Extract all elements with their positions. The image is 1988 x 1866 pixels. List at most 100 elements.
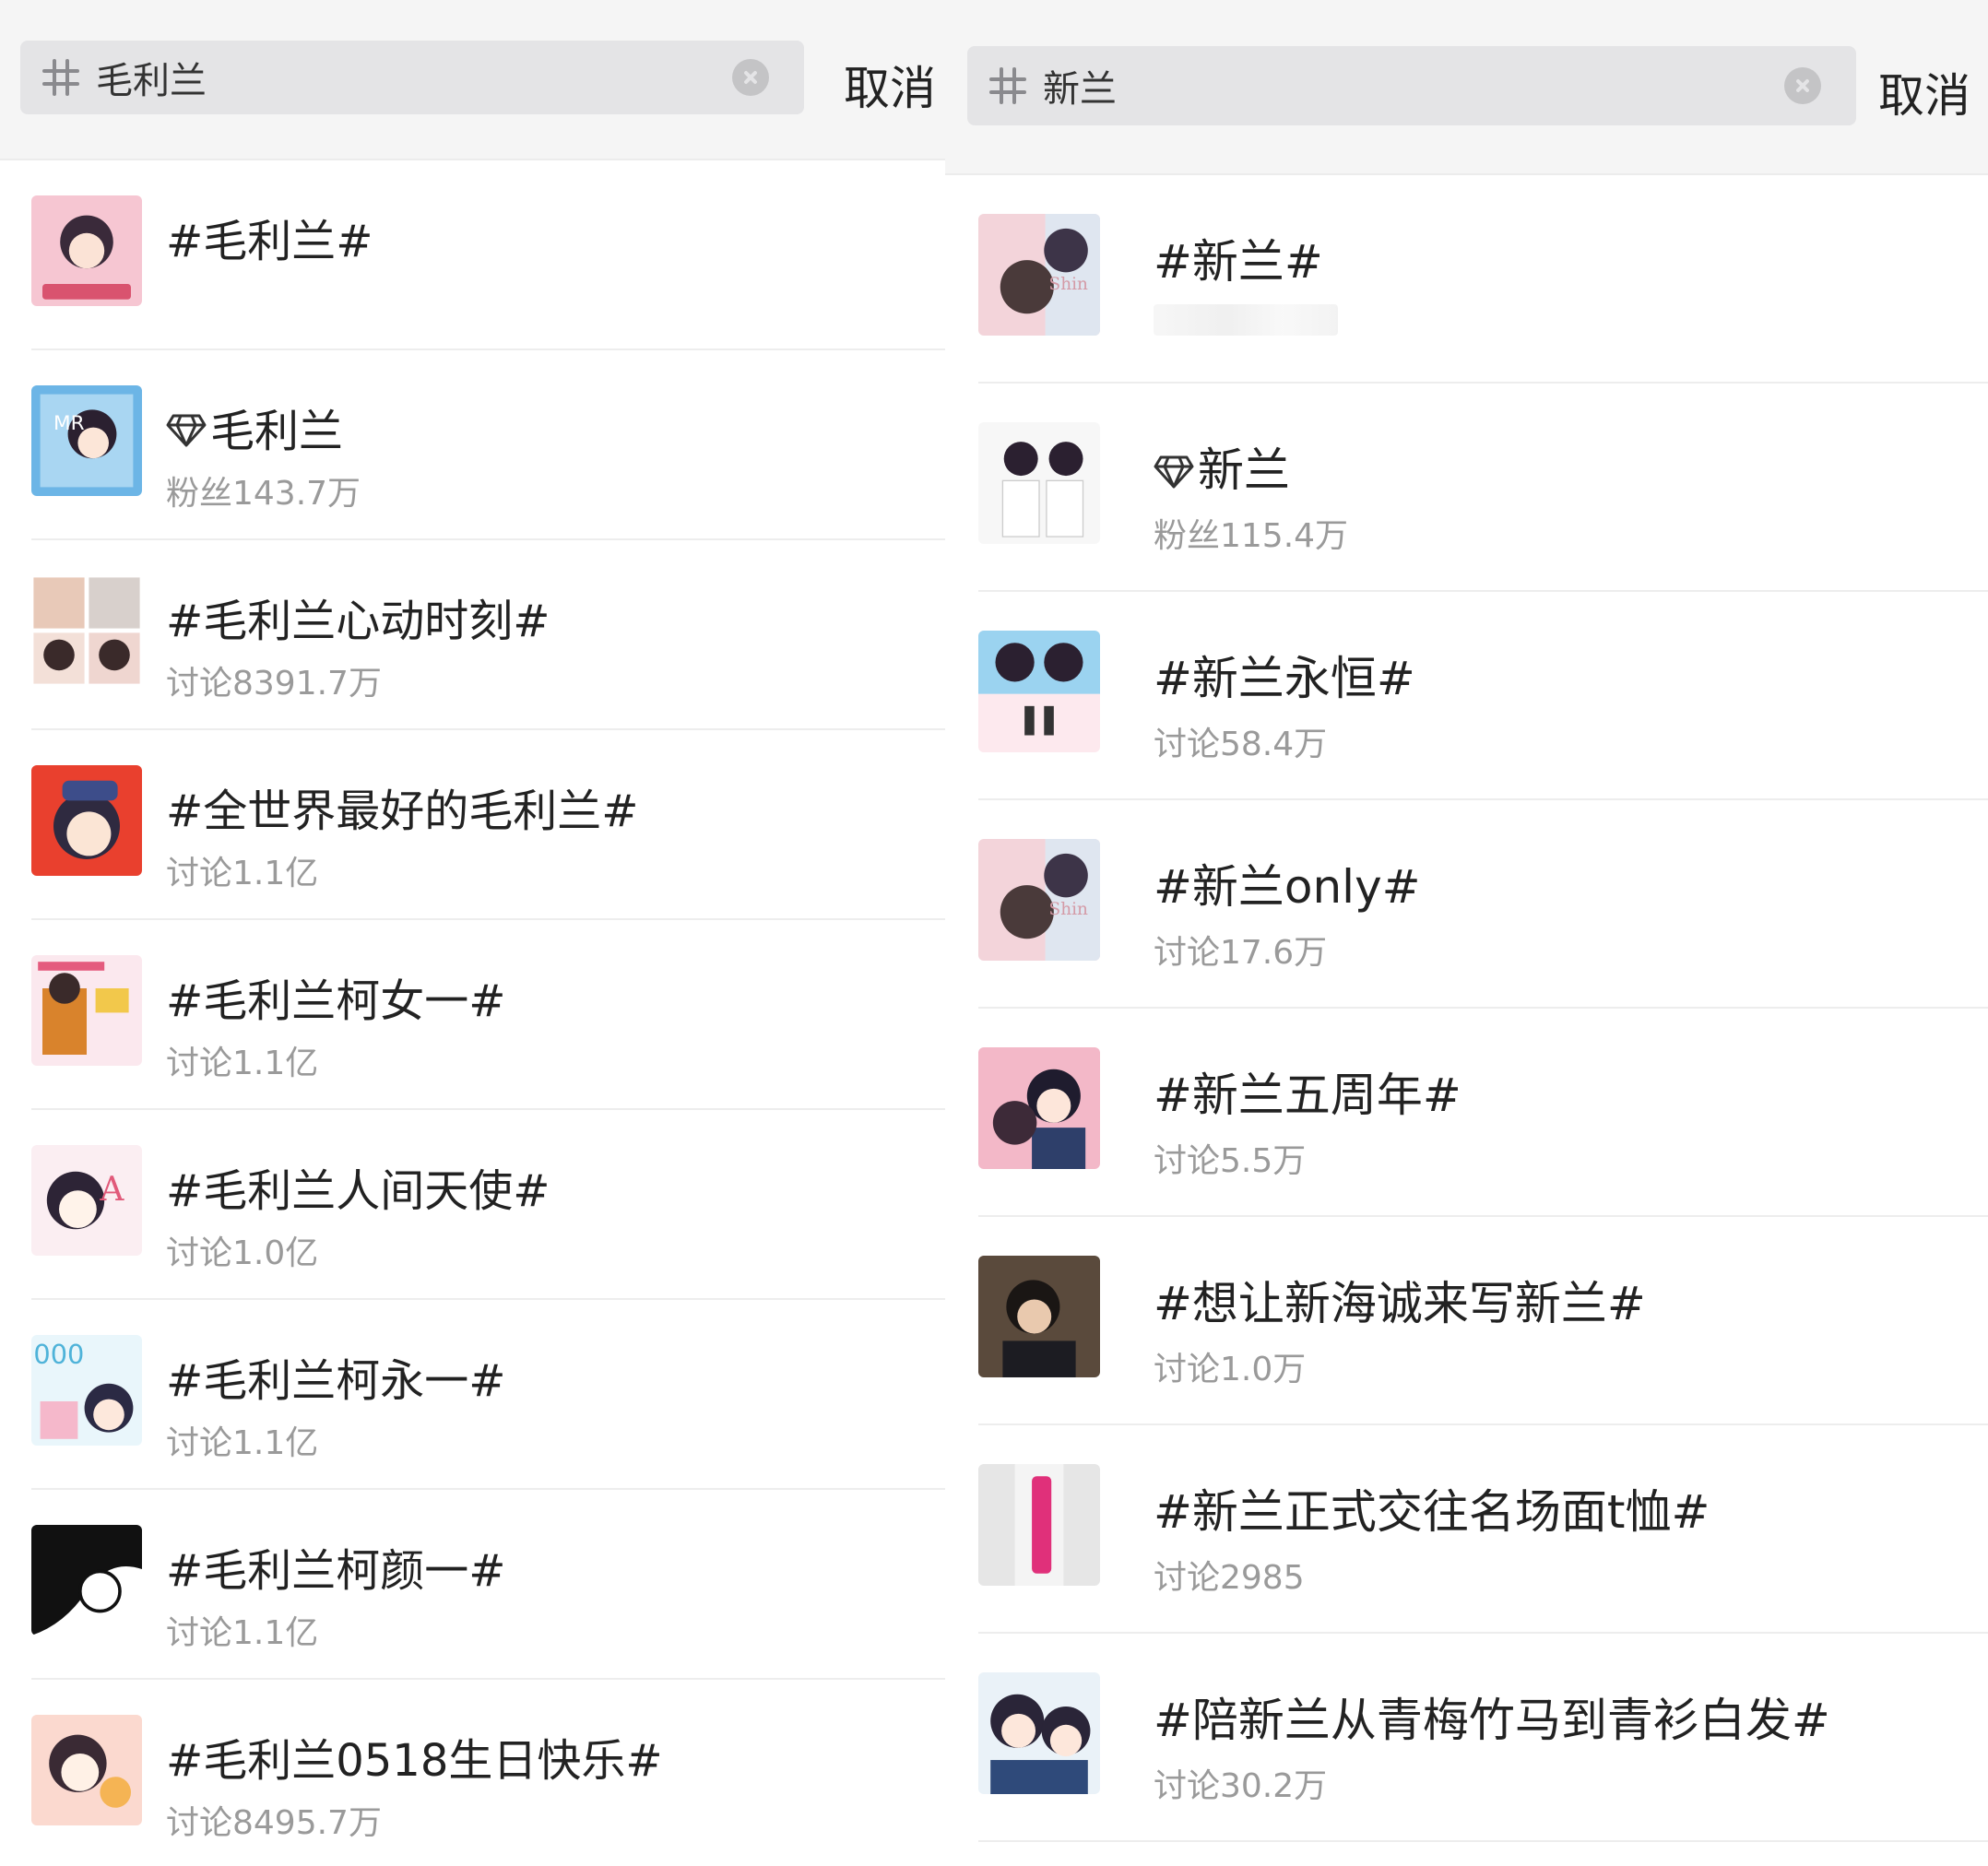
topic-thumbnail: Shin — [978, 214, 1100, 336]
result-title[interactable]: #新兰# — [1154, 225, 1323, 291]
blurred-stat — [1154, 304, 1338, 336]
result-title-text: #新兰# — [1154, 235, 1323, 289]
result-stat: 讨论1.0亿 — [166, 1234, 319, 1272]
topic-thumbnail — [978, 1672, 1100, 1794]
result-title[interactable]: #毛利兰柯颜一# — [166, 1534, 505, 1599]
svg-text:Shin: Shin — [1049, 275, 1088, 294]
result-title[interactable]: #新兰永恒# — [1154, 642, 1415, 708]
search-input[interactable]: 新兰 — [1043, 59, 1784, 112]
result-row[interactable]: #毛利兰心动时刻# 讨论8391.7万 — [31, 540, 945, 730]
result-row[interactable]: #想让新海诚来写新兰# 讨论1.0万 — [978, 1217, 1988, 1425]
topic-thumbnail — [31, 575, 142, 686]
topic-thumbnail — [31, 1525, 142, 1636]
result-stat: 讨论1.1亿 — [166, 1045, 319, 1082]
result-row[interactable]: MR 毛利兰粉丝143.7万 — [31, 350, 945, 540]
result-row[interactable]: #毛利兰# — [31, 160, 945, 350]
result-stat: 讨论5.5万 — [1154, 1142, 1307, 1180]
cancel-button[interactable]: 取消 — [844, 52, 936, 118]
result-title[interactable]: #新兰only# — [1154, 850, 1421, 916]
topic-thumbnail: Shin — [978, 839, 1100, 961]
result-title-text: #新兰五周年# — [1154, 1069, 1461, 1122]
result-stat: 粉丝143.7万 — [166, 475, 361, 513]
result-stat: 讨论8391.7万 — [166, 665, 382, 703]
result-row[interactable]: #新兰正式交往名场面t恤# 讨论2985 — [978, 1425, 1988, 1634]
result-title[interactable]: #新兰五周年# — [1154, 1058, 1461, 1125]
result-title[interactable]: 毛利兰 — [166, 395, 343, 459]
result-row[interactable]: Shin #新兰# — [978, 175, 1988, 384]
result-stat: 讨论8495.7万 — [166, 1804, 382, 1842]
search-bar[interactable]: 毛利兰 — [20, 41, 804, 114]
topic-hash-icon — [41, 57, 81, 98]
result-row[interactable]: #毛利兰柯女一# 讨论1.1亿 — [31, 920, 945, 1110]
search-input[interactable]: 毛利兰 — [96, 51, 732, 104]
result-row[interactable]: A #毛利兰人间天使# 讨论1.0亿 — [31, 1110, 945, 1300]
topic-thumbnail — [978, 1464, 1100, 1586]
topic-thumbnail — [978, 1256, 1100, 1377]
result-title-text: #毛利兰0518生日快乐# — [166, 1735, 663, 1787]
right-panel: 新兰 取消 Shin #新兰# 新兰 粉丝115.4万 #新兰永恒# 讨论58.4万 Shi… — [945, 0, 1988, 1866]
topic-thumbnail: MR — [31, 385, 142, 496]
result-row[interactable]: #新兰永恒# 讨论58.4万 — [978, 592, 1988, 800]
result-stat: 讨论2985 — [1154, 1559, 1305, 1597]
result-title[interactable]: #毛利兰柯永一# — [166, 1344, 505, 1409]
search-header: 毛利兰 取消 — [0, 0, 945, 160]
result-title[interactable]: #毛利兰人间天使# — [166, 1154, 550, 1219]
topic-thumbnail: 000 — [31, 1335, 142, 1446]
left-panel: 毛利兰 取消 #毛利兰# MR 毛利兰粉丝143.7万 #毛利兰心动时刻# 讨论8391… — [0, 0, 945, 1866]
result-title-text: #毛利兰心动时刻# — [166, 596, 550, 647]
result-stat: 讨论1.1亿 — [166, 1424, 319, 1462]
result-row[interactable]: 000 #毛利兰柯永一# 讨论1.1亿 — [31, 1300, 945, 1490]
svg-text:A: A — [99, 1171, 124, 1209]
result-row[interactable]: #毛利兰柯颜一# 讨论1.1亿 — [31, 1490, 945, 1680]
result-row[interactable]: 新兰粉丝115.4万 — [978, 384, 1988, 592]
result-row[interactable]: #陪新兰从青梅竹马到青衫白发# 讨论30.2万 — [978, 1634, 1988, 1842]
result-row[interactable]: #毛利兰0518生日快乐# 讨论8495.7万 — [31, 1680, 945, 1866]
result-stat: 粉丝115.4万 — [1154, 517, 1349, 555]
result-stat: 讨论1.0万 — [1154, 1351, 1307, 1388]
topic-thumbnail — [978, 422, 1100, 544]
result-title[interactable]: #毛利兰# — [166, 205, 373, 269]
clear-icon[interactable] — [1784, 67, 1821, 104]
result-stat: 讨论17.6万 — [1154, 934, 1328, 972]
cancel-button[interactable]: 取消 — [1878, 59, 1970, 125]
result-list: Shin #新兰# 新兰 粉丝115.4万 #新兰永恒# 讨论58.4万 Shin #新兰on… — [945, 175, 1988, 1842]
result-title-text: 毛利兰 — [210, 406, 344, 457]
result-title-text: #新兰正式交往名场面t恤# — [1154, 1485, 1710, 1539]
result-title[interactable]: #毛利兰0518生日快乐# — [166, 1724, 663, 1789]
topic-hash-icon — [988, 65, 1028, 106]
result-title[interactable]: 新兰 — [1154, 433, 1290, 500]
search-bar[interactable]: 新兰 — [967, 46, 1856, 125]
topic-thumbnail: A — [31, 1145, 142, 1256]
result-title[interactable]: #全世界最好的毛利兰# — [166, 774, 638, 839]
result-row[interactable]: #全世界最好的毛利兰# 讨论1.1亿 — [31, 730, 945, 920]
result-title[interactable]: #想让新海诚来写新兰# — [1154, 1267, 1646, 1333]
result-title-text: #毛利兰# — [166, 216, 373, 267]
search-header: 新兰 取消 — [945, 0, 1988, 175]
result-stat: 讨论30.2万 — [1154, 1767, 1328, 1805]
result-title-text: #新兰永恒# — [1154, 652, 1415, 705]
result-row[interactable]: Shin #新兰only# 讨论17.6万 — [978, 800, 1988, 1009]
topic-thumbnail — [31, 1715, 142, 1825]
result-row[interactable]: #新兰五周年# 讨论5.5万 — [978, 1009, 1988, 1217]
topic-thumbnail — [978, 1047, 1100, 1169]
topic-thumbnail — [31, 765, 142, 876]
result-title[interactable]: #毛利兰柯女一# — [166, 964, 505, 1029]
result-title[interactable]: #陪新兰从青梅竹马到青衫白发# — [1154, 1683, 1830, 1750]
result-stat: 讨论1.1亿 — [166, 1614, 319, 1652]
result-title-text: #毛利兰柯女一# — [166, 975, 506, 1027]
svg-text:000: 000 — [33, 1339, 84, 1370]
result-title-text: #毛利兰柯颜一# — [166, 1545, 506, 1597]
topic-thumbnail — [31, 955, 142, 1066]
result-list: #毛利兰# MR 毛利兰粉丝143.7万 #毛利兰心动时刻# 讨论8391.7万 #全世界… — [0, 160, 945, 1866]
result-title[interactable]: #毛利兰心动时刻# — [166, 585, 550, 649]
result-title-text: #毛利兰柯永一# — [166, 1355, 506, 1407]
result-title-text: 新兰 — [1198, 443, 1290, 497]
clear-icon[interactable] — [732, 59, 769, 96]
result-title-text: #想让新海诚来写新兰# — [1154, 1277, 1646, 1330]
result-title-text: #陪新兰从青梅竹马到青衫白发# — [1154, 1694, 1830, 1747]
topic-thumbnail — [978, 631, 1100, 752]
result-title[interactable]: #新兰正式交往名场面t恤# — [1154, 1475, 1710, 1541]
svg-text:Shin: Shin — [1049, 900, 1088, 919]
topic-thumbnail — [31, 195, 142, 306]
super-topic-diamond-icon — [166, 408, 207, 447]
